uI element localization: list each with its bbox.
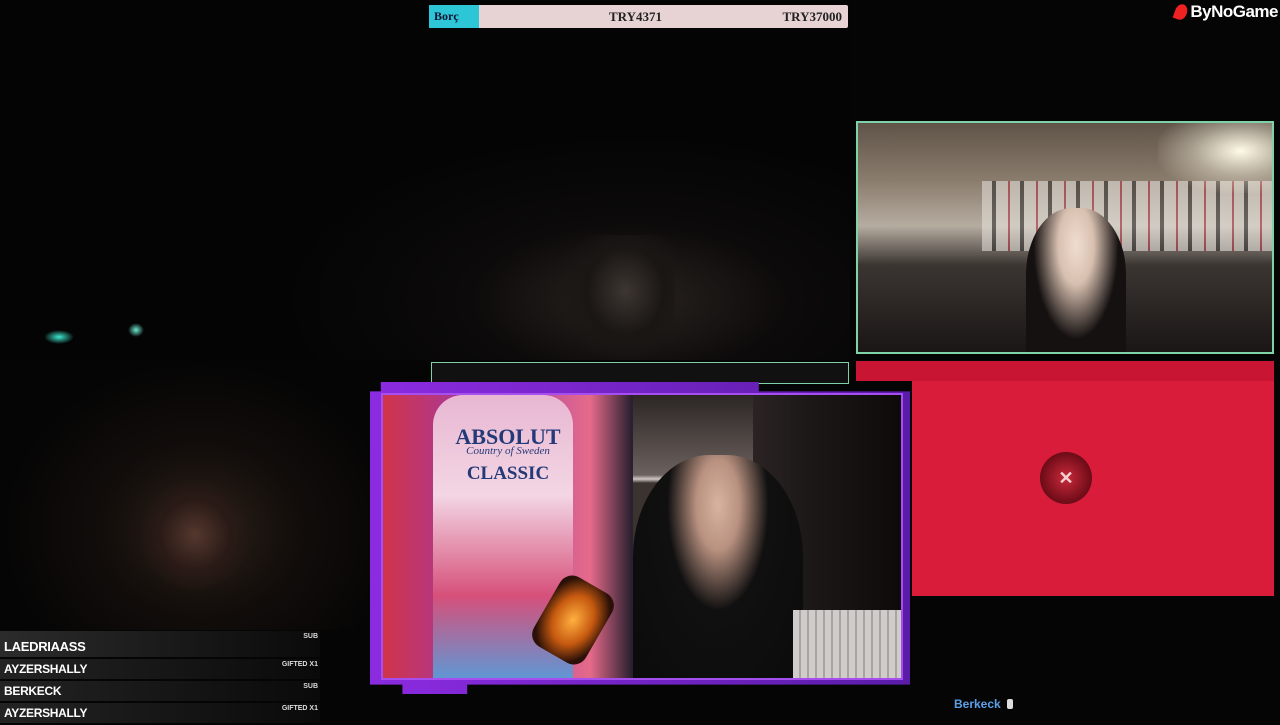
sub-feed-type: GIFTED X1	[281, 661, 318, 668]
ambient-light	[44, 330, 74, 344]
streamer-person	[633, 455, 803, 678]
sub-feed-item: AYZERSHALLY GIFTED X1	[0, 703, 320, 723]
streamer-camera-feed: ABSOLUT Country of Sweden CLASSIC	[381, 393, 903, 680]
sub-feed-username: LAEDRIAASS	[4, 639, 86, 654]
debt-progress-bar: Borç TRY4371 TRY37000	[429, 5, 848, 28]
microphone-icon	[1006, 699, 1013, 709]
red-panel-header	[856, 361, 1274, 381]
debt-target-amount: TRY37000	[782, 9, 843, 24]
guest-person	[1026, 208, 1126, 352]
sub-feed-type: GIFTED X1	[281, 705, 318, 712]
red-placeholder-panel: ✕	[856, 361, 1274, 596]
guest-camera-feed	[856, 121, 1274, 354]
radiator	[793, 610, 901, 678]
sub-feed-type: SUB	[303, 633, 318, 640]
sub-feed-username: BERKECK	[4, 684, 62, 698]
sub-feed-username: AYZERSHALLY	[4, 706, 88, 720]
channel-logo-icon: ✕	[1040, 452, 1092, 504]
debt-label: Borç	[429, 5, 479, 28]
bottle-variant: CLASSIC	[466, 463, 550, 484]
left-camera-feed	[0, 360, 380, 630]
main-camera-feed	[0, 0, 850, 360]
brand-mark-icon	[1172, 2, 1190, 22]
sub-feed-type: SUB	[303, 683, 318, 690]
sub-feed-username: AYZERSHALLY	[4, 662, 88, 676]
brand-logo: ByNoGame	[1172, 2, 1278, 22]
main-camera-person	[565, 235, 675, 360]
brand-name: ByNoGame	[1190, 2, 1278, 21]
bottle-subtitle: Country of Sweden	[466, 445, 550, 457]
sub-feed-item: BERKECK SUB	[0, 681, 320, 701]
subscriber-feed: LAEDRIAASS SUB AYZERSHALLY GIFTED X1 BER…	[0, 631, 320, 725]
participant-name: Berkeck	[954, 697, 1001, 711]
debt-current-amount: TRY4371	[609, 9, 662, 24]
sub-feed-item: AYZERSHALLY GIFTED X1	[0, 659, 320, 679]
left-camera-person	[140, 480, 250, 590]
sub-feed-item: LAEDRIAASS SUB	[0, 631, 320, 657]
window-light	[1158, 123, 1272, 193]
ambient-light	[128, 323, 144, 337]
participant-name-tag: Berkeck	[954, 697, 1013, 711]
empty-overlay-frame	[431, 362, 849, 384]
